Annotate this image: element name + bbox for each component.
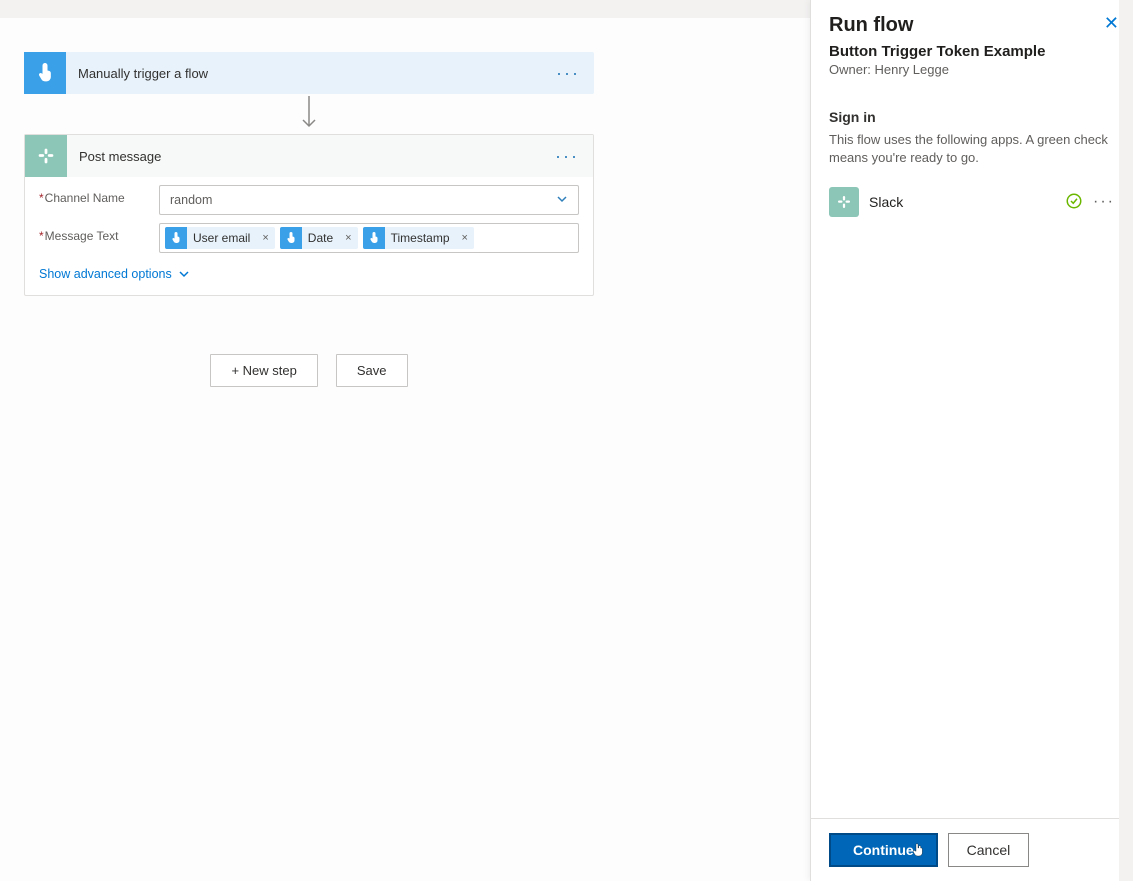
slack-icon (25, 135, 67, 177)
token-remove[interactable]: × (339, 232, 357, 244)
action-header[interactable]: Post message ··· (25, 135, 593, 177)
channel-dropdown[interactable]: random (159, 185, 579, 215)
token-date[interactable]: Date × (280, 227, 358, 249)
flow-arrow (24, 94, 594, 134)
token-timestamp[interactable]: Timestamp × (363, 227, 474, 249)
connection-row: Slack ··· (829, 187, 1115, 217)
continue-button[interactable]: Continue (829, 833, 938, 867)
channel-dropdown-value: random (170, 193, 212, 207)
trigger-card[interactable]: Manually trigger a flow ··· (24, 52, 594, 94)
panel-owner: Owner: Henry Legge (829, 62, 1115, 77)
cancel-button[interactable]: Cancel (948, 833, 1030, 867)
slack-icon (829, 187, 859, 217)
chevron-down-icon (556, 193, 568, 208)
save-button[interactable]: Save (336, 354, 408, 387)
chevron-down-icon (178, 268, 190, 280)
flow-canvas: Manually trigger a flow ··· Post message… (0, 0, 810, 881)
connection-name: Slack (869, 194, 1055, 210)
token-remove[interactable]: × (256, 232, 274, 244)
token-remove[interactable]: × (456, 232, 474, 244)
signin-heading: Sign in (829, 109, 1115, 125)
trigger-more-button[interactable]: ··· (542, 63, 594, 84)
token-icon (165, 227, 187, 249)
connection-more-button[interactable]: ··· (1093, 193, 1115, 211)
new-step-button[interactable]: + New step (210, 354, 317, 387)
channel-name-label: *Channel Name (39, 185, 159, 205)
check-ok-icon (1065, 192, 1083, 213)
message-text-label: *Message Text (39, 223, 159, 243)
action-more-button[interactable]: ··· (541, 146, 593, 167)
panel-right-edge (1119, 0, 1133, 881)
signin-description: This flow uses the following apps. A gre… (829, 131, 1115, 167)
token-user-email[interactable]: User email × (165, 227, 275, 249)
trigger-title: Manually trigger a flow (66, 66, 542, 81)
token-icon (280, 227, 302, 249)
token-icon (363, 227, 385, 249)
touch-icon (24, 52, 66, 94)
panel-flow-name: Button Trigger Token Example (829, 43, 1115, 60)
toolbar-strip (0, 0, 810, 18)
action-card[interactable]: Post message ··· *Channel Name random *M… (24, 134, 594, 296)
show-advanced-options[interactable]: Show advanced options (25, 253, 593, 281)
message-text-input[interactable]: User email × Date × Timestamp × (159, 223, 579, 253)
run-flow-panel: Run flow ✕ Button Trigger Token Example … (810, 0, 1133, 881)
close-icon[interactable]: ✕ (1104, 14, 1119, 32)
action-title: Post message (67, 149, 541, 164)
panel-title: Run flow (829, 14, 1115, 37)
panel-footer: Continue Cancel (811, 818, 1133, 881)
